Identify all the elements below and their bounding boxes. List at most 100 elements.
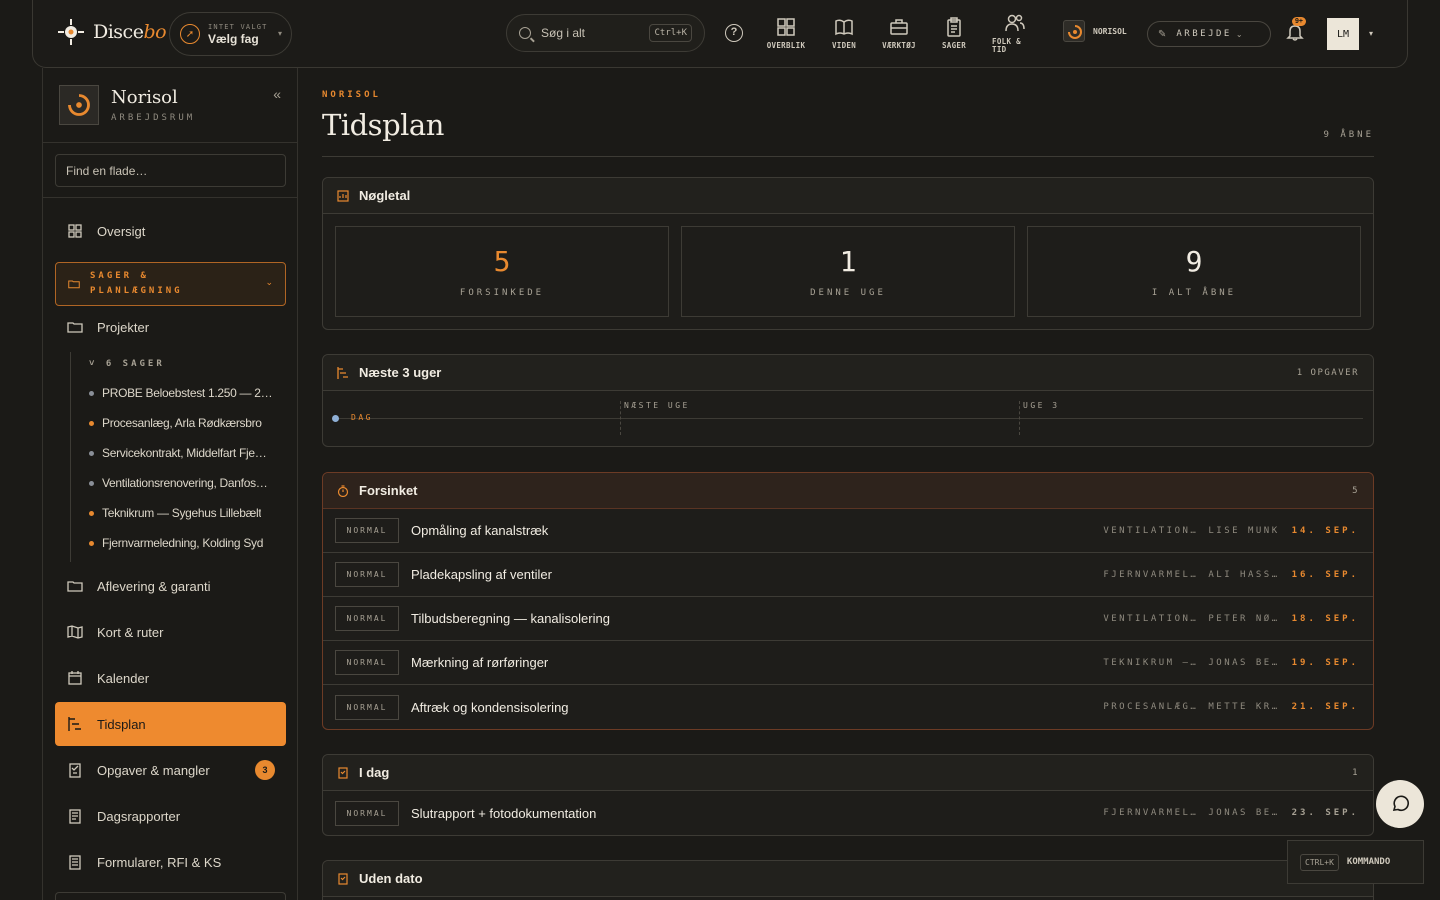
chat-button[interactable] [1376,780,1424,828]
org-switcher[interactable]: NORISOL [1063,20,1127,42]
sidebar-item-tidsplan[interactable]: Tidsplan [55,702,286,746]
count-badge: 3 [255,760,275,780]
task-name: Mærkning af rørføringer [411,655,549,670]
app-logo[interactable]: Discebo [57,18,167,46]
nav-overblik[interactable]: OVERBLIK [760,16,812,50]
task-row[interactable]: NORMAL Aftræk og kondensisolering PROCES… [323,685,1373,729]
task-assignee: PETER NØ… [1208,613,1280,624]
case-item[interactable]: Servicekontrakt, Middelfart Fje… [89,446,276,460]
today-marker [332,415,339,422]
task-name: Tilbudsberegning — kanalisolering [411,611,610,626]
case-item[interactable]: Procesanlæg, Arla Rødkærsbro [89,416,276,430]
task-assignee: ALI HASS… [1208,569,1280,580]
briefcase-icon [890,19,908,35]
kpi-label: DENNE UGE [810,288,886,298]
task-row[interactable]: NORMAL Mærkning af rørføringer TEKNIKRUM… [323,641,1373,685]
priority-badge: NORMAL [335,562,399,587]
nav-viden[interactable]: VIDEN [818,16,870,50]
mode-selector[interactable]: ✎ ARBEJDE ⌄ [1147,21,1271,47]
task-due-date: 19. SEP. [1291,657,1359,668]
gantt-icon [68,717,81,731]
case-item[interactable]: Ventilationsrenovering, Danfos… [89,476,276,490]
priority-badge: NORMAL [335,800,399,826]
sidebar-item-formularer[interactable]: Formularer, RFI & KS [55,840,286,884]
panel-count: 5 [1352,485,1359,496]
collapse-sidebar-icon[interactable]: « [273,86,281,102]
case-item[interactable]: Fjernvarmeledning, Kolding Syd [89,536,276,550]
case-status-dot [89,540,94,546]
sidebar-next-group [55,892,286,900]
people-icon [1005,14,1025,32]
task-assignee: LISE MUNK [1208,525,1280,536]
no-date-panel: Uden dato [322,860,1374,900]
cases-count-label: 6 SAGER [105,359,165,369]
command-shortcut: CTRL+K [1300,853,1339,871]
logo-text: Discebo [93,21,167,43]
sidebar-item-label: Opgaver & mangler [97,762,210,778]
sidebar-item-label: Projekter [97,319,150,335]
task-name: Opmåling af kanalstræk [411,523,549,538]
nav-sager[interactable]: SAGER [928,16,980,50]
stopwatch-icon [337,484,349,497]
page-title: Tidsplan [322,108,444,142]
task-project: FJERNVARMEL… [1103,569,1199,580]
form-icon [69,855,81,870]
nav-vaerktoej[interactable]: VÆRKTØJ [873,16,925,50]
task-due-date: 18. SEP. [1291,613,1359,624]
avatar[interactable]: LM [1327,18,1359,50]
panel-header: Forsinket 5 [323,473,1373,509]
dashboard-icon [68,224,82,238]
sidebar: Norisol ARBEJDSRUM « Find en flade… Over… [42,68,298,900]
case-status-dot [89,420,94,426]
help-icon[interactable]: ? [725,24,743,42]
search-icon [519,27,531,39]
breadcrumb[interactable]: NORISOL [322,90,381,100]
sidebar-item-projekter[interactable]: Projekter [55,305,286,349]
nav-sager-label: SAGER [941,41,967,50]
gantt-icon [337,366,348,379]
cases-toggle[interactable]: ˅ 6 SAGER [89,359,165,369]
kpi-total-open[interactable]: 9 I ALT ÅBNE [1027,226,1361,317]
global-search[interactable]: Søg i alt Ctrl+K [506,14,705,52]
sidebar-item-label: Kort & ruter [97,624,164,640]
subject-selector[interactable]: ➚ INTET VALGT Vælg fag ▾ [169,12,292,56]
sidebar-item-oversigt[interactable]: Oversigt [55,209,286,253]
case-item[interactable]: Teknikrum — Sygehus Lillebælt [89,506,276,520]
task-name: Pladekapsling af ventiler [411,567,552,582]
chart-icon [337,189,349,202]
kpi-late[interactable]: 5 FORSINKEDE [335,226,669,317]
nav-folk-tid-label: FOLK & TID [992,37,1021,54]
task-row[interactable]: NORMAL Pladekapsling af ventiler FJERNVA… [323,553,1373,597]
timeline: DAG NÆSTE UGE UGE 3 [323,391,1373,447]
sidebar-item-opgaver[interactable]: Opgaver & mangler 3 [55,748,286,792]
sidebar-item-dagsrapporter[interactable]: Dagsrapporter [55,794,286,838]
priority-badge: NORMAL [335,694,399,720]
case-name: Ventilationsrenovering, Danfos… [102,476,268,490]
tree-line [70,352,71,562]
sidebar-group-sager-planlaegning[interactable]: SAGER & PLANLÆGNING ⌄ [55,262,286,306]
task-row[interactable]: NORMAL Tilbudsberegning — kanalisolering… [323,597,1373,641]
case-name: PROBE Beloebstest 1.250 — 2… [102,386,273,400]
panel-count: 1 [1352,767,1359,778]
workspace-header[interactable]: Norisol ARBEJDSRUM [59,85,195,125]
nav-folk-tid[interactable]: FOLK & TID [989,12,1041,54]
next-weeks-panel: Næste 3 uger 1 OPGAVER DAG NÆSTE UGE UGE… [322,354,1374,447]
find-surface-input[interactable]: Find en flade… [55,154,286,187]
timeline-axis [333,418,1363,419]
task-row[interactable]: NORMAL Slutrapport + fotodokumentation F… [323,791,1373,835]
kpi-this-week[interactable]: 1 DENNE UGE [681,226,1015,317]
task-row[interactable]: NORMAL Opmåling af kanalstræk VENTILATIO… [323,509,1373,553]
open-count: 9 ÅBNE [1323,130,1374,140]
folder-icon [67,322,83,333]
search-input[interactable]: Søg i alt [541,26,649,40]
sidebar-item-aflevering[interactable]: Aflevering & garanti [55,564,286,608]
case-item[interactable]: PROBE Beloebstest 1.250 — 2… [89,386,276,400]
chevron-down-icon[interactable]: ▾ [1369,29,1373,38]
sidebar-item-label: Dagsrapporter [97,808,181,824]
week-label: UGE 3 [1019,401,1060,435]
sidebar-item-kalender[interactable]: Kalender [55,656,286,700]
command-palette-hint[interactable]: CTRL+K KOMMANDO [1287,840,1424,884]
panel-header: Næste 3 uger 1 OPGAVER [323,355,1373,391]
group-label-line2: PLANLÆGNING [90,286,183,296]
sidebar-item-kort[interactable]: Kort & ruter [55,610,286,654]
